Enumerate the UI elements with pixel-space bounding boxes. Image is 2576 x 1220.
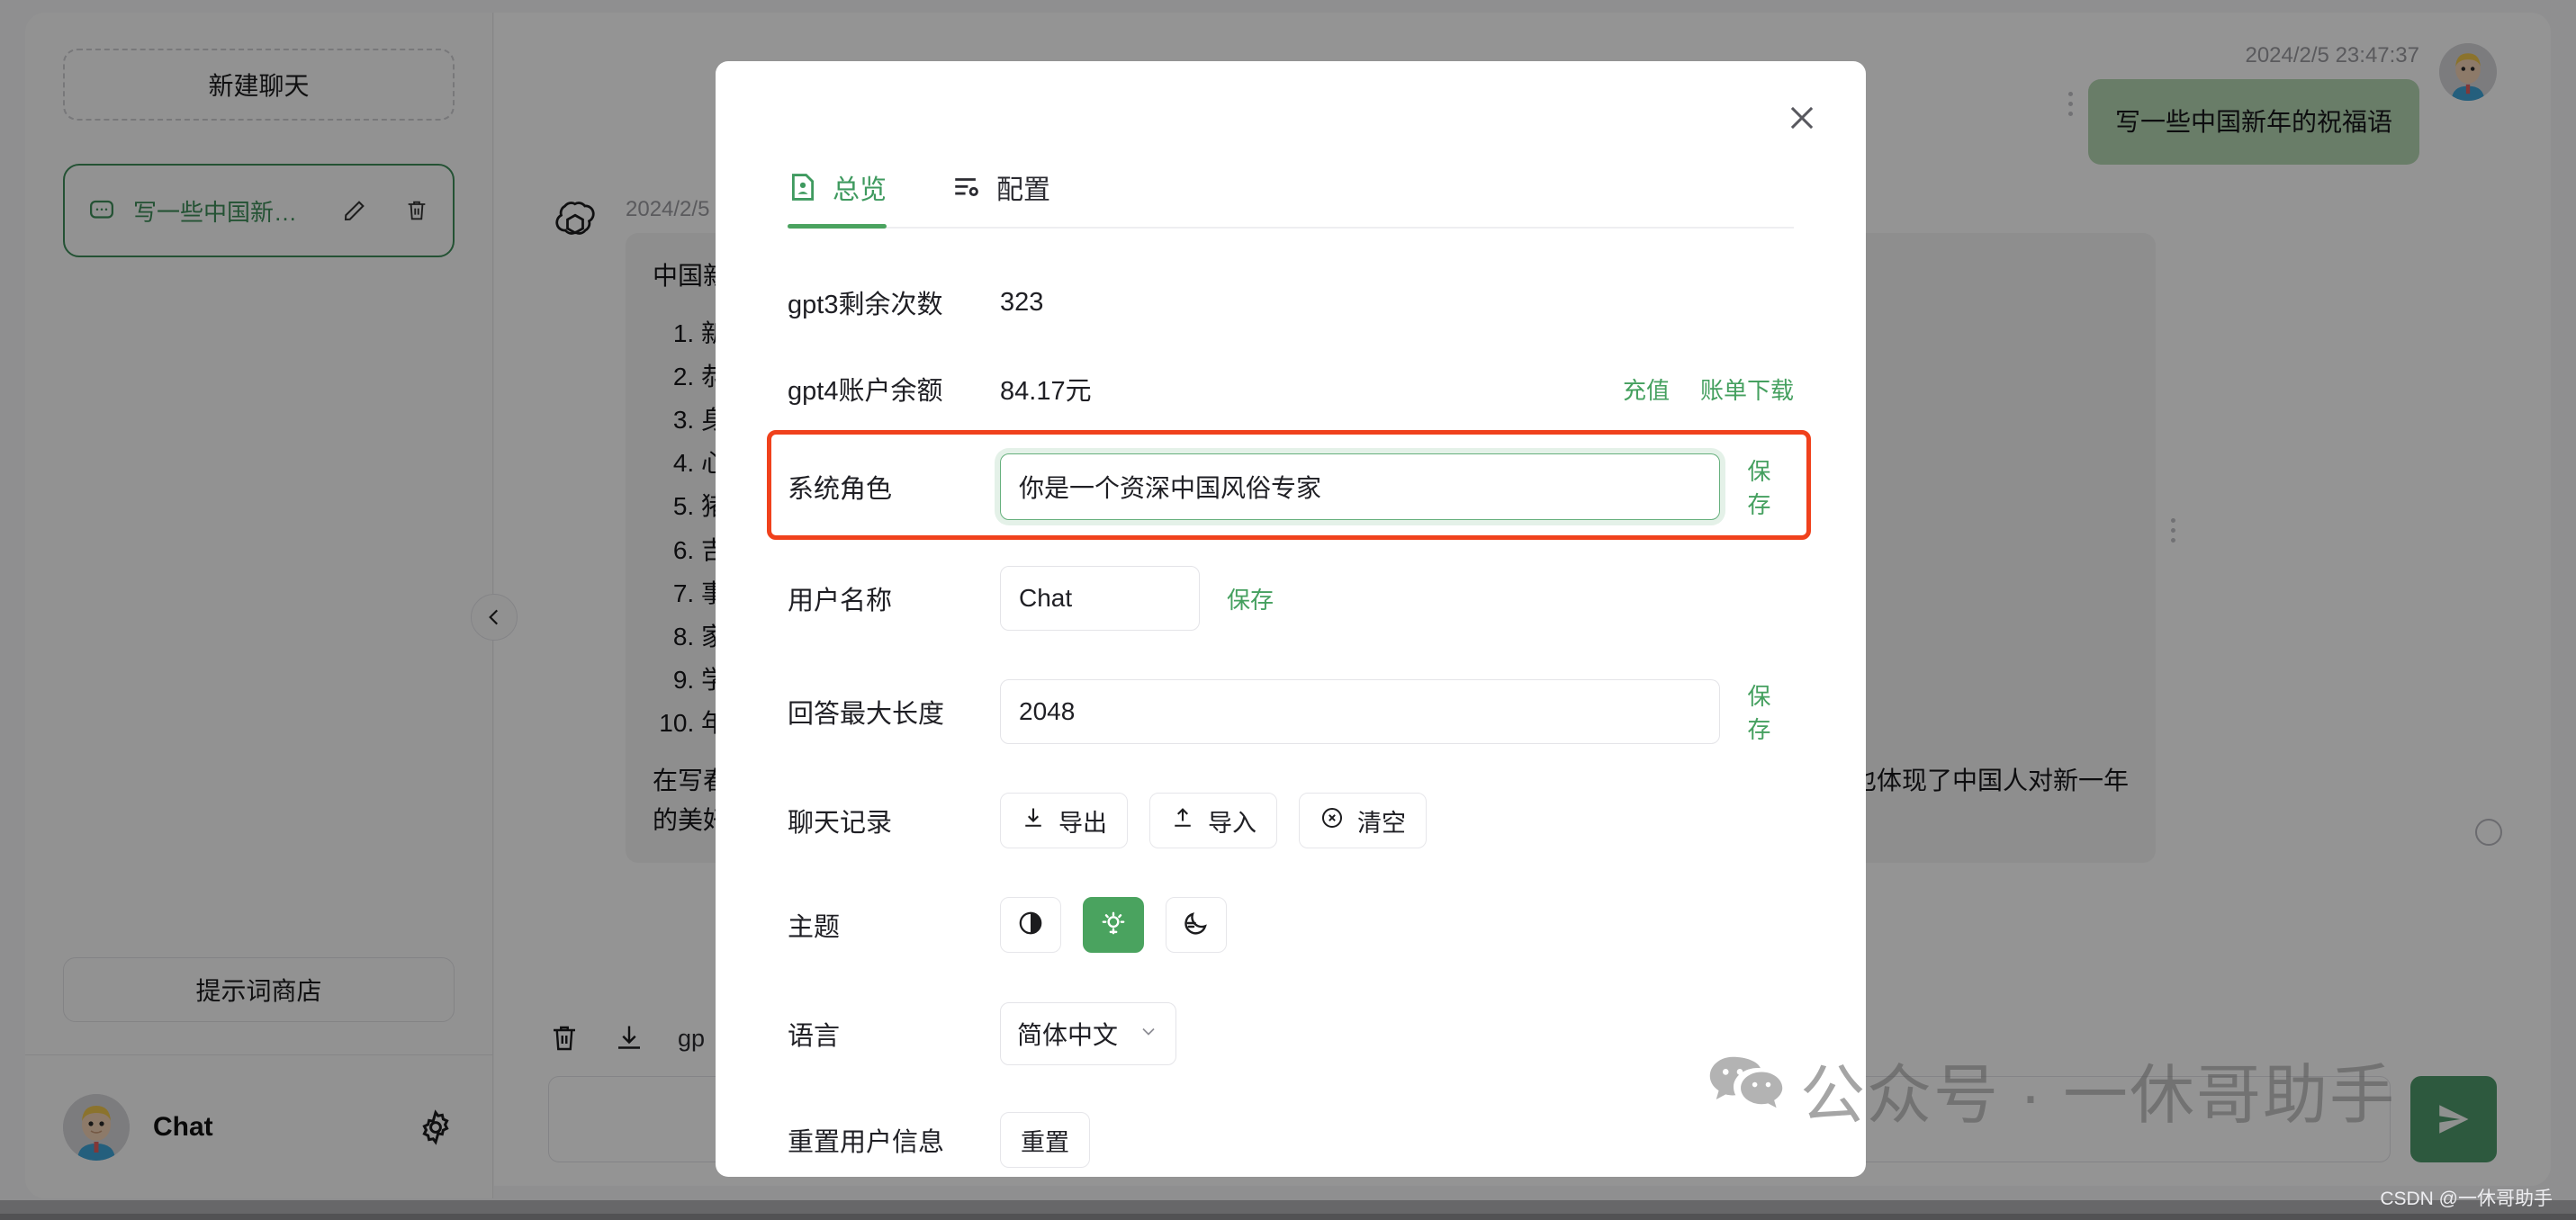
row-language: 语言 简体中文 — [788, 977, 1794, 1090]
row-gpt3-remaining: gpt3剩余次数 323 — [788, 259, 1794, 345]
language-value: 简体中文 — [1017, 1021, 1119, 1049]
row-gpt4-balance: gpt4账户余额 84.17元 充值 账单下载 — [788, 345, 1794, 432]
tab-overview-label: 总览 — [833, 175, 887, 205]
download-icon — [1021, 805, 1046, 837]
tab-overview[interactable]: 总览 — [788, 167, 887, 229]
gpt3-value: 323 — [1000, 287, 1044, 317]
settings-modal: 总览 配置 gpt3剩余次数 323 gpt4账户余额 84.17元 充值 账单… — [716, 61, 1866, 1177]
row-username: 用户名称 Chat 保存 — [788, 542, 1794, 655]
language-select[interactable]: 简体中文 — [1000, 1002, 1176, 1065]
row-chat-history: 聊天记录 导出 导入 清空 — [788, 768, 1794, 873]
app-root: 新建聊天 写一些中国新年的… — [0, 0, 2576, 1220]
clear-label: 清空 — [1357, 809, 1406, 837]
gpt4-links: 充值 账单下载 — [1623, 372, 1794, 406]
gpt3-label: gpt3剩余次数 — [788, 291, 943, 319]
username-label: 用户名称 — [788, 587, 893, 615]
export-label: 导出 — [1058, 809, 1107, 837]
close-circle-icon — [1320, 805, 1345, 837]
system-role-save-button[interactable]: 保存 — [1747, 453, 1794, 520]
theme-auto-button[interactable] — [1000, 897, 1061, 953]
maxlen-input[interactable]: 2048 — [1000, 679, 1721, 744]
moon-icon — [1182, 909, 1211, 942]
close-icon[interactable] — [1778, 94, 1826, 142]
reset-button-label: 重置 — [1021, 1128, 1069, 1156]
chevron-down-icon — [1138, 1019, 1159, 1048]
import-label: 导入 — [1208, 809, 1256, 837]
theme-buttons — [1000, 897, 1227, 953]
username-save-button[interactable]: 保存 — [1227, 582, 1274, 615]
export-button[interactable]: 导出 — [1000, 793, 1128, 848]
theme-dark-button[interactable] — [1166, 897, 1227, 953]
maxlen-save-button[interactable]: 保存 — [1747, 678, 1794, 745]
row-reset: 重置用户信息 重置 — [788, 1090, 1794, 1177]
maxlen-label: 回答最大长度 — [788, 700, 945, 729]
username-input[interactable]: Chat — [1000, 566, 1200, 631]
gpt4-label: gpt4账户余额 — [788, 377, 943, 406]
csdn-credit: CSDN @一休哥助手 — [2380, 1189, 2553, 1209]
tab-config-label: 配置 — [996, 175, 1050, 205]
contrast-icon — [1016, 909, 1045, 942]
language-label: 语言 — [788, 1022, 841, 1051]
reset-button[interactable]: 重置 — [1000, 1112, 1090, 1168]
gpt4-value: 84.17元 — [1000, 377, 1092, 406]
row-max-length: 回答最大长度 2048 保存 — [788, 655, 1794, 768]
system-role-label: 系统角色 — [788, 475, 893, 504]
tab-config[interactable]: 配置 — [951, 167, 1050, 227]
row-theme: 主题 — [788, 873, 1794, 977]
modal-tabs: 总览 配置 — [788, 167, 1794, 229]
upload-icon — [1170, 805, 1195, 837]
bill-download-link[interactable]: 账单下载 — [1700, 372, 1794, 406]
reset-label: 重置用户信息 — [788, 1128, 945, 1157]
modal-body: 总览 配置 gpt3剩余次数 323 gpt4账户余额 84.17元 充值 账单… — [716, 61, 1866, 1177]
history-buttons: 导出 导入 清空 — [1000, 793, 1427, 848]
settings-rows: gpt3剩余次数 323 gpt4账户余额 84.17元 充值 账单下载 系统角… — [788, 229, 1794, 1177]
system-role-input[interactable]: 你是一个资深中国风俗专家 — [1000, 453, 1721, 520]
import-button[interactable]: 导入 — [1149, 793, 1277, 848]
row-system-role: 系统角色 你是一个资深中国风俗专家 保存 — [788, 432, 1794, 542]
clear-button[interactable]: 清空 — [1299, 793, 1427, 848]
settings-list-icon — [951, 172, 982, 202]
history-label: 聊天记录 — [788, 809, 893, 838]
sun-icon — [1099, 909, 1128, 942]
recharge-link[interactable]: 充值 — [1623, 372, 1670, 406]
profile-card-icon — [788, 172, 818, 202]
theme-light-button[interactable] — [1083, 897, 1144, 953]
theme-label: 主题 — [788, 913, 841, 942]
